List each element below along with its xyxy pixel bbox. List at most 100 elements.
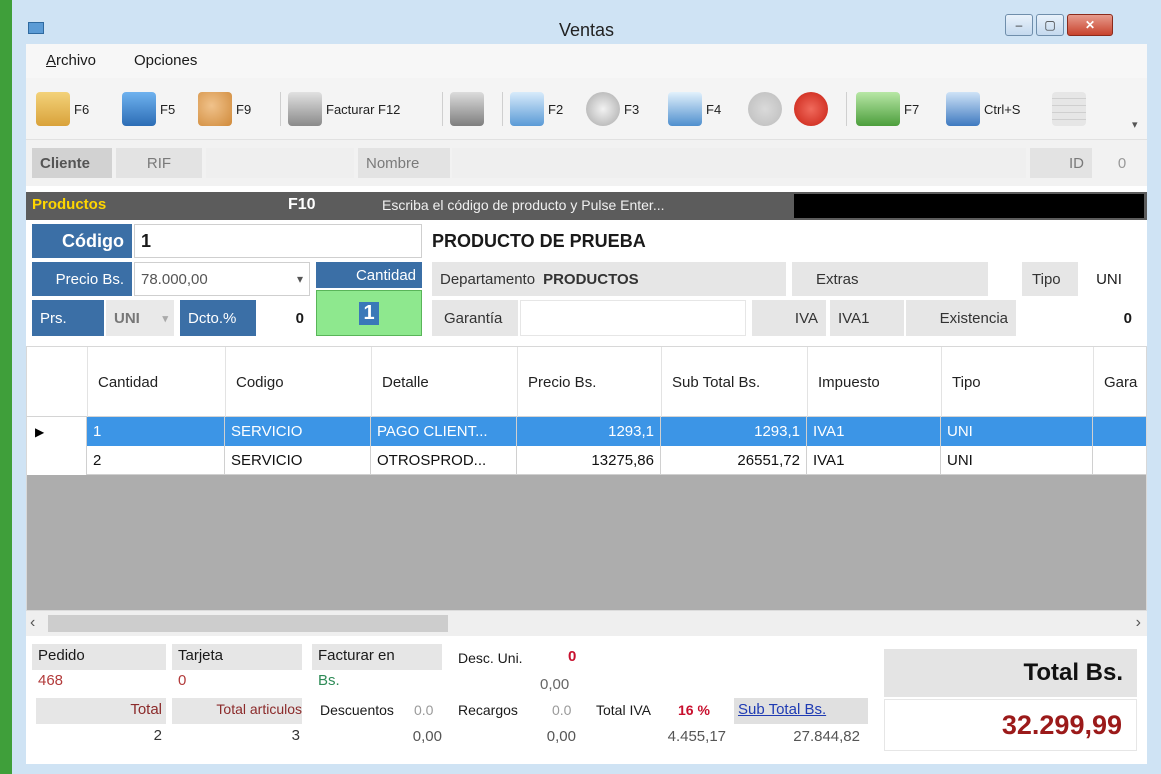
f2-button[interactable]: F2 — [510, 86, 563, 132]
id-value: 0 — [1117, 154, 1127, 172]
open-folder-icon — [36, 92, 70, 126]
horizontal-scrollbar[interactable]: ‹ › — [26, 610, 1147, 636]
recargos-pct: 0.0 — [552, 702, 572, 718]
rif-label: RIF — [116, 148, 202, 178]
menu-bar: Archivo Opciones — [26, 44, 1147, 78]
scroll-left-icon[interactable]: ‹ — [30, 614, 35, 632]
nombre-input[interactable] — [452, 148, 1026, 178]
facturar-button[interactable]: Facturar F12 — [288, 86, 400, 132]
chevron-down-icon: ▾ — [296, 272, 303, 286]
money-icon — [856, 92, 900, 126]
total-iva-label: Total IVA — [596, 702, 651, 718]
grid-icon — [1052, 92, 1086, 126]
departamento-field: Departamento PRODUCTOS — [432, 262, 786, 296]
pedido-value: 468 — [38, 672, 64, 689]
minus-disabled-icon — [748, 92, 782, 126]
save-disk-icon — [122, 92, 156, 126]
codigo-input[interactable]: 1 — [134, 224, 422, 258]
extras-label: Extras — [792, 262, 988, 296]
col-cantidad[interactable]: Cantidad — [87, 347, 225, 417]
menu-archivo-mnemonic: A — [46, 52, 57, 69]
codigo-label: Código — [32, 224, 132, 258]
total-bs-value: 32.299,99 — [884, 699, 1137, 751]
col-precio[interactable]: Precio Bs. — [517, 347, 661, 417]
add-client-button[interactable]: F9 — [198, 86, 251, 132]
rif-input[interactable] — [206, 148, 354, 178]
cantidad-input[interactable]: 1 — [316, 290, 422, 336]
desc-uni-amount: 0,00 — [540, 676, 570, 693]
f2-button-label: F2 — [548, 101, 564, 117]
precio-select[interactable]: 78.000,00 ▾ — [134, 262, 310, 296]
col-impuesto[interactable]: Impuesto — [807, 347, 941, 417]
table-row[interactable]: 2 SERVICIO OTROSPROD... 13275,86 26551,7… — [27, 446, 1146, 475]
f7-button-label: F7 — [904, 101, 920, 117]
total-articulos-value: 3 — [291, 727, 300, 744]
menu-archivo[interactable]: Archivo — [46, 52, 96, 69]
total-label: Total — [130, 701, 162, 718]
row-header — [27, 446, 87, 475]
cell-detalle: PAGO CLIENT... — [371, 417, 517, 446]
existencia-value: 0 — [1123, 309, 1132, 327]
add-client-button-label: F9 — [236, 101, 252, 117]
search-magnifier-icon — [668, 92, 702, 126]
grid-button[interactable] — [1052, 86, 1090, 132]
descuentos-label: Descuentos — [320, 702, 394, 718]
total-iva-pct: 16 % — [678, 702, 710, 718]
col-tipo[interactable]: Tipo — [941, 347, 1093, 417]
garantia-input[interactable] — [520, 300, 746, 336]
col-garantia[interactable]: Gara — [1093, 347, 1146, 417]
save-button[interactable]: F5 — [122, 86, 175, 132]
prs-select[interactable]: UNI ▾ — [106, 300, 174, 336]
spellcheck-icon — [946, 92, 980, 126]
table-row[interactable]: ▶ 1 SERVICIO PAGO CLIENT... 1293,1 1293,… — [27, 417, 1146, 446]
existencia-label: Existencia — [906, 300, 1016, 336]
cantidad-label: Cantidad — [316, 262, 422, 288]
open-button[interactable]: F6 — [36, 86, 89, 132]
print-button[interactable] — [450, 86, 488, 132]
cell-garantia — [1093, 417, 1146, 446]
printer-small-icon — [450, 92, 484, 126]
col-detalle[interactable]: Detalle — [371, 347, 517, 417]
f3-button[interactable]: F3 — [586, 86, 639, 132]
products-header-bar: Productos F10 Escriba el código de produ… — [26, 192, 1147, 220]
cantidad-value: 1 — [359, 301, 379, 325]
iva-value: IVA1 — [830, 300, 904, 336]
col-codigo[interactable]: Codigo — [225, 347, 371, 417]
subtotal-link[interactable]: Sub Total Bs. — [738, 701, 826, 718]
menu-opciones[interactable]: Opciones — [134, 52, 197, 69]
col-subtotal[interactable]: Sub Total Bs. — [661, 347, 797, 417]
scrollbar-thumb[interactable] — [48, 615, 448, 632]
scroll-right-icon[interactable]: › — [1136, 614, 1141, 632]
products-black-strip — [794, 194, 1144, 218]
dcto-value[interactable]: 0 — [258, 300, 310, 336]
chevron-down-icon: ▾ — [162, 312, 168, 325]
left-green-edge — [0, 0, 12, 774]
precio-value: 78.000,00 — [141, 270, 208, 288]
items-grid[interactable]: Cantidad Codigo Detalle Precio Bs. Sub T… — [26, 346, 1147, 636]
f4-button[interactable]: F4 — [668, 86, 721, 132]
refresh-icon — [586, 92, 620, 126]
maximize-button[interactable]: ▢ — [1036, 14, 1064, 36]
prs-label: Prs. — [32, 300, 104, 336]
nombre-label: Nombre — [358, 148, 450, 178]
toolbar-separator — [846, 92, 847, 126]
close-button[interactable]: ✕ — [1067, 14, 1113, 36]
tarjeta-value: 0 — [178, 672, 187, 689]
toolbar: F6 F5 F9 Facturar F12 F2 F3 F4 F7 Ctrl+S… — [26, 78, 1147, 140]
minus-button[interactable] — [748, 86, 786, 132]
row-selector-arrow-icon: ▶ — [27, 417, 87, 446]
toolbar-overflow-icon[interactable]: ▾ — [1132, 118, 1138, 131]
spellcheck-button[interactable]: Ctrl+S — [946, 86, 1020, 132]
products-hint: Escriba el código de producto y Pulse En… — [382, 197, 665, 213]
total-value: 2 — [153, 727, 162, 744]
dcto-label: Dcto.% — [180, 300, 256, 336]
minimize-button[interactable]: – — [1005, 14, 1033, 36]
facturar-button-label: Facturar F12 — [326, 101, 401, 117]
client-row: Cliente RIF Nombre ID 0 — [26, 140, 1147, 186]
recargos-value: 0,00 — [546, 728, 576, 745]
f7-button[interactable]: F7 — [856, 86, 919, 132]
cell-garantia — [1093, 446, 1146, 475]
descuentos-pct: 0.0 — [414, 702, 434, 718]
remove-button[interactable] — [794, 86, 832, 132]
open-button-label: F6 — [74, 101, 90, 117]
